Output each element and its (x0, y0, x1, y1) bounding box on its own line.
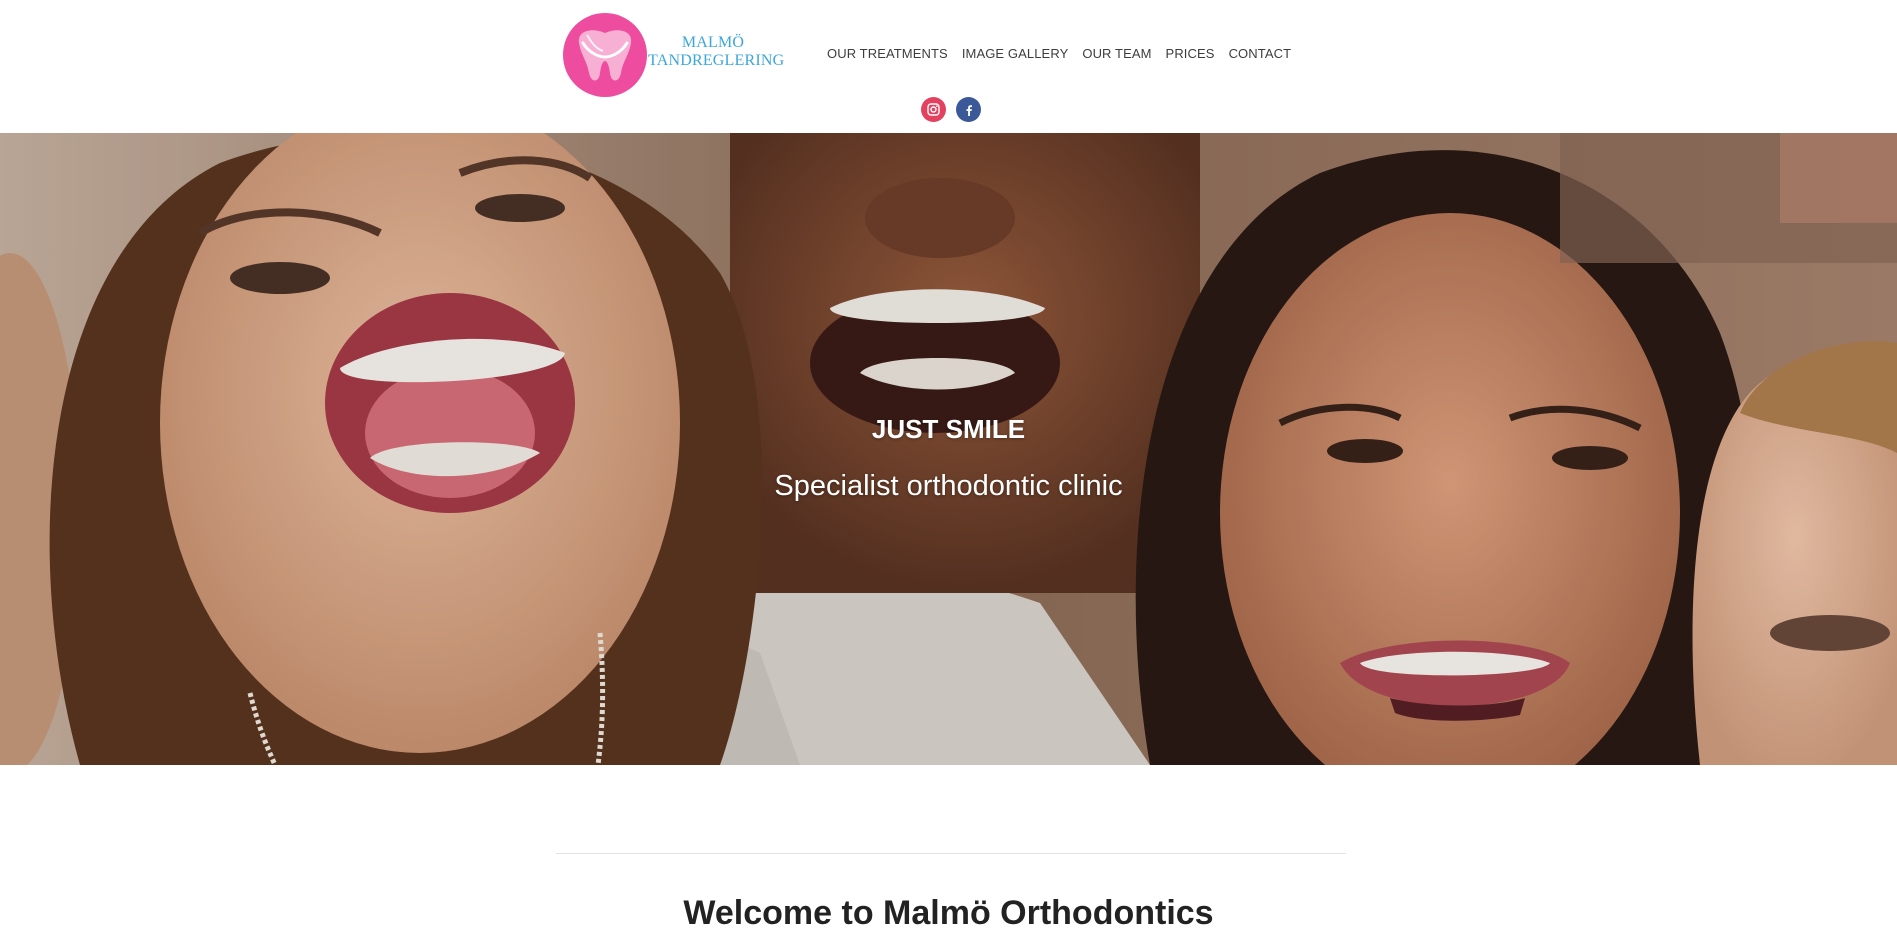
nav-our-team[interactable]: OUR TEAM (1075, 46, 1158, 62)
nav-contact[interactable]: CONTACT (1222, 46, 1299, 62)
welcome-heading: Welcome to Malmö Orthodontics (683, 894, 1214, 932)
hero-banner: JUST SMILE Specialist orthodontic clinic (0, 133, 1897, 765)
social-links (921, 97, 981, 122)
tooth-logo-icon (563, 13, 647, 97)
nav-our-treatments[interactable]: OUR TREATMENTS (820, 46, 955, 62)
main-nav: OUR TREATMENTS IMAGE GALLERY OUR TEAM PR… (820, 46, 1298, 62)
facebook-button[interactable] (956, 97, 981, 122)
facebook-icon (966, 104, 972, 116)
instagram-icon (927, 103, 940, 116)
instagram-button[interactable] (921, 97, 946, 122)
site-header: MALMÖ TANDREGLERING OUR TREATMENTS IMAGE… (0, 0, 1897, 133)
hero-title: JUST SMILE (871, 414, 1026, 444)
site-logo[interactable]: MALMÖ TANDREGLERING (563, 12, 785, 98)
section-divider (556, 853, 1346, 854)
nav-prices[interactable]: PRICES (1159, 46, 1222, 62)
nav-image-gallery[interactable]: IMAGE GALLERY (955, 46, 1076, 62)
hero-subtitle: Specialist orthodontic clinic (774, 470, 1123, 502)
logo-line-2: TANDREGLERING (648, 52, 785, 69)
hero-photo-smiling-faces (0, 133, 1897, 765)
logo-wordmark: MALMÖ TANDREGLERING (648, 34, 785, 70)
logo-line-1: MALMÖ (681, 34, 745, 51)
